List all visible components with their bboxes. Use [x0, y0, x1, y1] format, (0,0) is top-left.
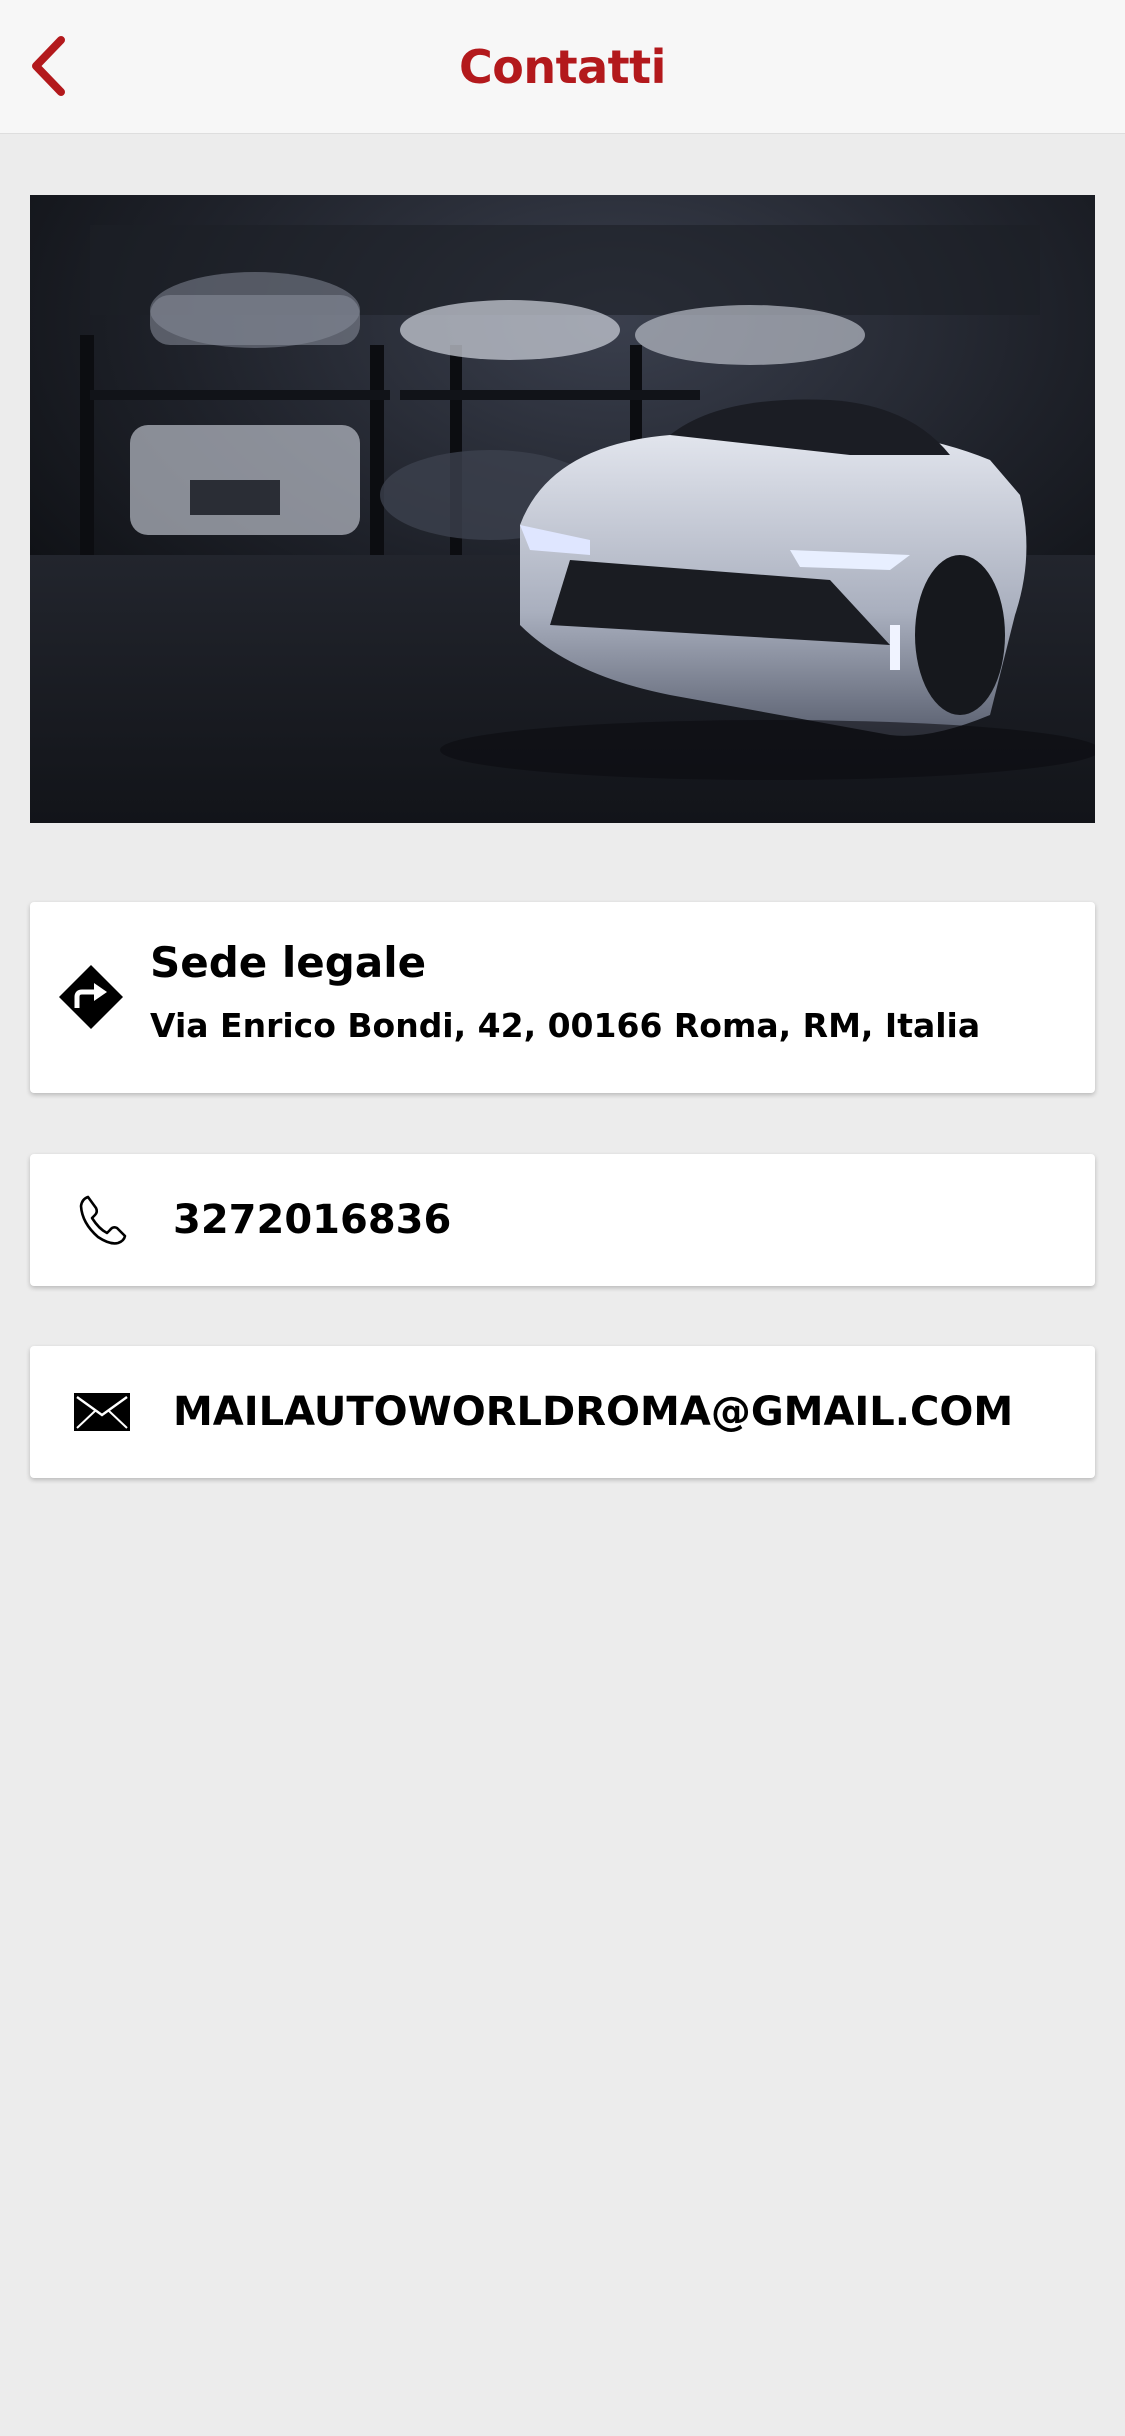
address-value: Via Enrico Bondi, 42, 00166 Roma, RM, It… — [150, 1006, 981, 1045]
hero-image — [30, 195, 1095, 823]
phone-number: 3272016836 — [173, 1197, 452, 1243]
directions-icon — [58, 964, 124, 1030]
phone-icon — [72, 1192, 132, 1248]
email-address: MAILAUTOWORLDROMA@GMAIL.COM — [173, 1389, 1014, 1435]
email-card[interactable]: MAILAUTOWORLDROMA@GMAIL.COM — [30, 1346, 1095, 1478]
address-title: Sede legale — [150, 938, 427, 987]
nav-bar: Contatti — [0, 0, 1125, 134]
address-card[interactable]: Sede legale Via Enrico Bondi, 42, 00166 … — [30, 902, 1095, 1093]
page-title: Contatti — [459, 39, 666, 94]
car-garage-photo — [30, 195, 1095, 823]
chevron-left-icon — [32, 36, 65, 96]
phone-card[interactable]: 3272016836 — [30, 1154, 1095, 1286]
mail-icon — [72, 1384, 132, 1440]
back-button[interactable] — [18, 30, 78, 102]
